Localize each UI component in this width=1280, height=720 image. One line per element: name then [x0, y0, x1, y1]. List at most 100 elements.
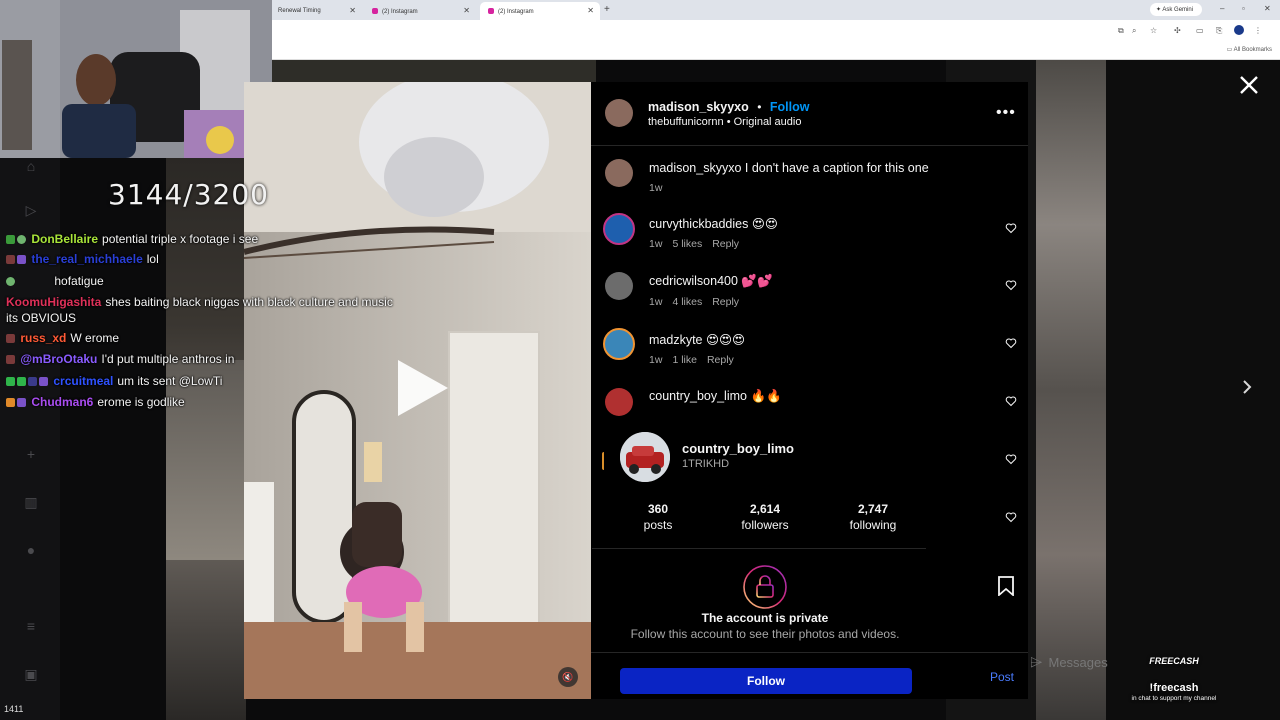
commenter-avatar[interactable] — [605, 272, 633, 300]
sidebar-icon[interactable]: ▭ — [1196, 26, 1204, 35]
chat-message: KoomuHigashita shes baiting black niggas … — [6, 295, 393, 309]
badge-icon — [6, 355, 15, 364]
ask-gemini-button[interactable]: ✦ Ask Gemini — [1150, 3, 1202, 16]
caption-username[interactable]: madison_skyyxo — [649, 161, 741, 175]
messages-label: Messages — [1048, 655, 1108, 670]
star-icon[interactable]: ☆ — [1150, 26, 1157, 35]
stat-followers[interactable]: 2,614 followers — [720, 502, 810, 532]
comment-username[interactable]: country_boy_limo — [649, 389, 747, 403]
comment-likes[interactable]: 5 likes — [672, 238, 702, 250]
chat-username[interactable]: russ_xd — [20, 331, 66, 345]
all-bookmarks[interactable]: ▭ All Bookmarks — [1227, 46, 1272, 53]
close-icon[interactable] — [1238, 74, 1260, 96]
commenter-avatar[interactable] — [605, 388, 633, 416]
hovercard-follow-button[interactable]: Follow — [620, 668, 912, 694]
comment-time: 1w — [649, 296, 663, 308]
extensions-icon[interactable]: ✣ — [1174, 26, 1181, 35]
heart-icon[interactable] — [1005, 337, 1017, 349]
heart-icon[interactable] — [1005, 279, 1017, 291]
follow-link[interactable]: Follow — [770, 100, 810, 114]
comment: country_boy_limo 🔥🔥 — [649, 389, 782, 404]
comment-text: 😍😍 — [751, 217, 778, 231]
more-horizontal-icon[interactable]: ••• — [996, 104, 1016, 122]
chat-username[interactable]: the_real_michhaele — [31, 252, 142, 266]
bookmark-icon[interactable] — [997, 576, 1015, 596]
chat-username[interactable]: @mBroOtaku — [20, 352, 97, 366]
reply-link[interactable]: Reply — [712, 296, 739, 308]
menu-kebab-icon[interactable]: ⋮ — [1254, 26, 1262, 35]
hovercard-fullname: 1TRIKHD — [682, 458, 730, 470]
extension-icon[interactable]: ⧉ — [1118, 26, 1124, 36]
home-icon[interactable]: ⌂ — [22, 158, 40, 176]
browser-tab[interactable]: Renewal Timing ✕ — [270, 2, 362, 20]
tab-label: Renewal Timing — [278, 8, 321, 14]
close-window-icon[interactable]: ✕ — [1264, 4, 1271, 13]
reels-icon[interactable]: ▷ — [22, 202, 40, 220]
chat-message: russ_xd W erome — [6, 331, 119, 345]
zoom-icon[interactable]: ⌕ — [1132, 26, 1136, 36]
menu-icon[interactable]: ≡ — [22, 618, 40, 636]
play-button[interactable] — [392, 360, 448, 416]
profile-avatar[interactable] — [1234, 25, 1244, 35]
chevron-right-icon[interactable] — [1238, 378, 1256, 396]
dashboard-icon[interactable]: ▥ — [22, 494, 40, 512]
browser-tab[interactable]: (2) Instagram ✕ — [364, 2, 476, 20]
close-tab-icon[interactable]: ✕ — [587, 6, 594, 15]
chat-username[interactable]: crcuitmeal — [53, 374, 113, 388]
mute-icon[interactable]: 🔇 — [558, 667, 578, 687]
badge-icon — [17, 398, 26, 407]
heart-icon[interactable] — [1005, 511, 1017, 523]
comment-likes[interactable]: 4 likes — [672, 296, 702, 308]
chat-username[interactable]: DonBellaire — [31, 232, 98, 246]
comment-username[interactable]: cedricwilson400 — [649, 274, 738, 288]
chat-text: its OBVIOUS — [6, 311, 77, 325]
comment-time: 1w — [649, 354, 663, 366]
heart-icon[interactable] — [1005, 453, 1017, 465]
restore-icon[interactable]: ▫ — [1242, 4, 1245, 13]
hovercard-avatar[interactable] — [620, 432, 670, 482]
stat-label: posts — [643, 518, 673, 532]
browser-tab-active[interactable]: (2) Instagram ✕ — [480, 2, 600, 20]
comment-likes[interactable]: 1 like — [672, 354, 697, 366]
new-tab-icon[interactable]: + — [604, 4, 610, 15]
caption-avatar[interactable] — [605, 159, 633, 187]
chat-message: Chudman6 erome is godlike — [6, 395, 185, 409]
hovercard-username[interactable]: country_boy_limo — [682, 441, 794, 456]
reply-link[interactable]: Reply — [707, 354, 734, 366]
reply-link[interactable]: Reply — [712, 238, 739, 250]
play-icon — [398, 360, 448, 416]
freecash-subtext: in chat to support my channel — [1131, 695, 1217, 702]
create-icon[interactable]: + — [22, 446, 40, 464]
apps-icon[interactable]: ▣ — [22, 666, 40, 684]
heart-icon[interactable] — [1005, 222, 1017, 234]
browser-tab-bar: Renewal Timing ✕ (2) Instagram ✕ (2) Ins… — [270, 0, 1280, 20]
commenter-avatar[interactable] — [603, 213, 635, 245]
comment-meta: 1w 5 likes Reply — [649, 238, 749, 250]
private-subtitle: Follow this account to see their photos … — [630, 627, 900, 641]
webcam-image — [0, 0, 272, 158]
chat-username[interactable]: Chudman6 — [31, 395, 93, 409]
close-tab-icon[interactable]: ✕ — [349, 6, 356, 15]
chat-message: hofatigue — [6, 274, 104, 288]
stat-value: 360 — [647, 502, 669, 516]
comment-username[interactable]: madzkyte — [649, 333, 703, 347]
commenter-avatar[interactable] — [603, 328, 635, 360]
post-comment-button[interactable]: Post — [990, 670, 1014, 684]
minimize-icon[interactable]: – — [1220, 4, 1224, 13]
chat-username[interactable]: KoomuHigashita — [6, 295, 101, 309]
close-tab-icon[interactable]: ✕ — [463, 6, 470, 15]
chat-message: the_real_michhaele lol — [6, 252, 159, 266]
caption: madison_skyyxo I don't have a caption fo… — [649, 161, 929, 175]
address-bar[interactable]: ⧉ ⌕ ☆ ✣ ▭ ⎘ ⋮ — [270, 20, 1280, 42]
stat-following[interactable]: 2,747 following — [828, 502, 918, 532]
audio-label[interactable]: thebuffunicornn • Original audio — [648, 116, 801, 128]
comment-username[interactable]: curvythickbaddies — [649, 217, 748, 231]
heart-icon[interactable] — [1005, 395, 1017, 407]
author-username[interactable]: madison_skyyxo — [648, 100, 749, 114]
cast-icon[interactable]: ⎘ — [1216, 26, 1222, 36]
tab-label: (2) Instagram — [498, 9, 534, 15]
freecash-brand: FREECASH — [1149, 656, 1199, 666]
author-avatar[interactable] — [605, 99, 633, 127]
chat-message: DonBellaire potential triple x footage i … — [6, 232, 258, 246]
profile-icon[interactable]: ● — [22, 542, 40, 560]
